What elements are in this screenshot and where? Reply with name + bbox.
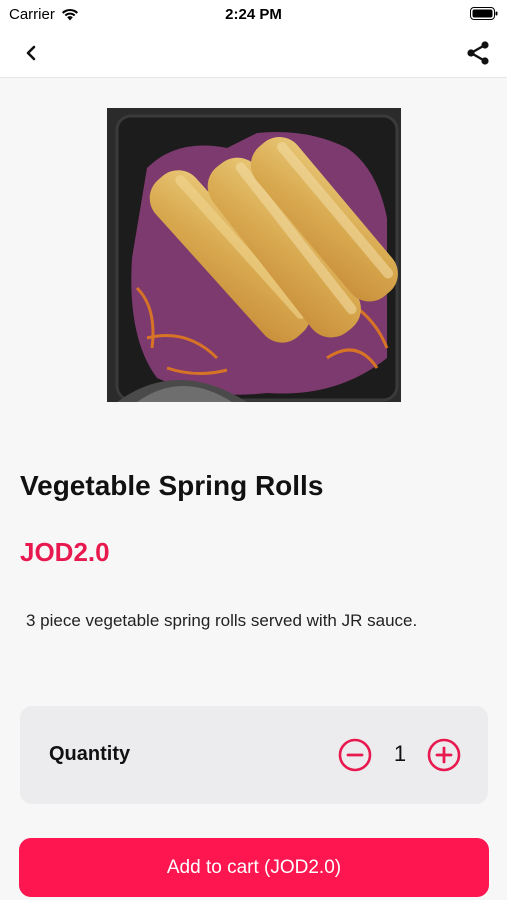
quantity-value: 1 xyxy=(393,741,407,766)
spring-rolls-photo xyxy=(107,108,401,402)
minus-circle-icon xyxy=(338,738,372,772)
product-description: 3 piece vegetable spring rolls served wi… xyxy=(26,611,418,630)
increase-quantity-button[interactable] xyxy=(427,738,461,772)
battery-icon xyxy=(470,7,498,24)
add-to-cart-button[interactable]: Add to cart (JOD2.0) xyxy=(19,838,489,897)
navigation-bar xyxy=(0,28,507,78)
quantity-card: Quantity 1 xyxy=(20,706,488,804)
decrease-quantity-button[interactable] xyxy=(338,738,372,772)
share-icon xyxy=(467,41,489,65)
product-title: Vegetable Spring Rolls xyxy=(20,470,324,501)
product-price: JOD2.0 xyxy=(20,537,110,567)
back-button[interactable] xyxy=(14,36,48,70)
status-time: 2:24 PM xyxy=(225,6,282,23)
plus-circle-icon xyxy=(427,738,461,772)
status-bar: Carrier 2:24 PM xyxy=(0,0,507,28)
quantity-label: Quantity xyxy=(49,743,131,765)
product-image xyxy=(107,108,401,402)
share-button[interactable] xyxy=(461,36,495,70)
chevron-left-icon xyxy=(26,45,36,61)
